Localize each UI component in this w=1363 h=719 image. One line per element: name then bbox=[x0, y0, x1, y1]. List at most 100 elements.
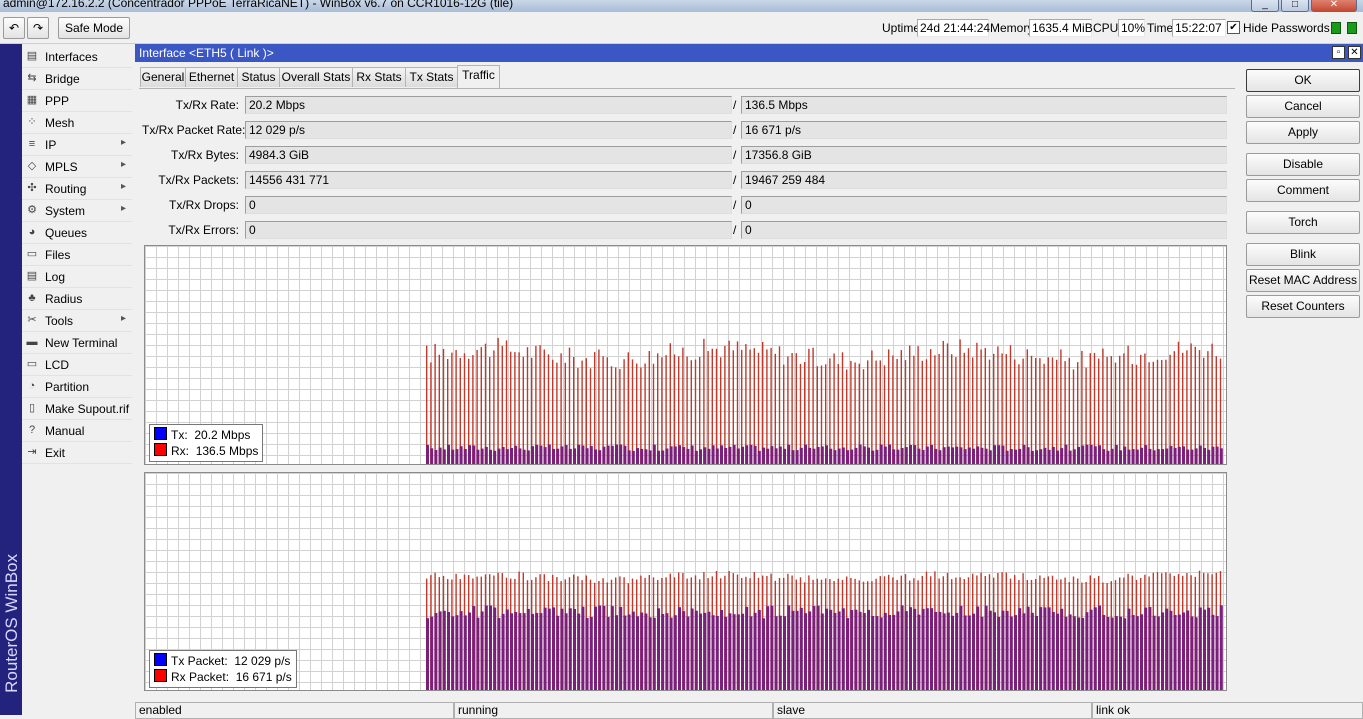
rx-bar bbox=[1177, 341, 1180, 464]
maximize-icon[interactable]: □ bbox=[1281, 0, 1309, 12]
rx-bar bbox=[1127, 345, 1129, 464]
sidebar-item-label: Radius bbox=[45, 292, 83, 306]
tx-bar bbox=[1173, 615, 1177, 690]
sidebar-item-exit[interactable]: ⇥ Exit bbox=[22, 442, 132, 464]
tx-bar bbox=[686, 448, 690, 464]
tx-bar bbox=[1072, 449, 1076, 464]
safe-mode-button[interactable]: Safe Mode bbox=[58, 17, 130, 39]
tx-bar bbox=[1026, 606, 1030, 690]
window-close-icon[interactable]: ✕ bbox=[1348, 46, 1361, 59]
comment-button[interactable]: Comment bbox=[1246, 179, 1360, 202]
legend-tx-packet-value: 12 029 p/s bbox=[234, 654, 291, 668]
tab-tx-stats[interactable]: Tx Stats bbox=[405, 67, 458, 87]
tx-bar bbox=[1131, 449, 1135, 464]
tab-rx-stats[interactable]: Rx Stats bbox=[352, 67, 406, 87]
minimize-icon[interactable]: _ bbox=[1251, 0, 1279, 12]
window-restore-icon[interactable]: ▫ bbox=[1332, 46, 1345, 59]
tx-bar bbox=[1001, 610, 1005, 690]
reset-counters-button[interactable]: Reset Counters bbox=[1246, 295, 1360, 318]
tx-bar bbox=[1014, 449, 1017, 464]
tx-bar bbox=[963, 449, 967, 464]
undo-button[interactable]: ↶ bbox=[3, 17, 25, 39]
tx-bar bbox=[648, 450, 652, 464]
reset-mac-address-button[interactable]: Reset MAC Address bbox=[1246, 269, 1360, 292]
sidebar-item-log[interactable]: ▤ Log bbox=[22, 266, 132, 288]
sidebar-item-bridge[interactable]: ⇆ Bridge bbox=[22, 68, 132, 90]
tx-bar bbox=[816, 605, 820, 690]
legend-tx-name: Tx bbox=[171, 428, 185, 442]
sidebar-item-ip[interactable]: ≡ IP ▸ bbox=[22, 134, 132, 156]
tx-bar bbox=[959, 605, 963, 690]
torch-button[interactable]: Torch bbox=[1246, 211, 1360, 234]
sidebar-item-files[interactable]: ▭ Files bbox=[22, 244, 132, 266]
rx-bar bbox=[476, 350, 478, 464]
tx-bar bbox=[757, 450, 761, 464]
tx-bar bbox=[1169, 610, 1173, 690]
queues-icon: ◕ bbox=[28, 226, 36, 238]
tx-bar bbox=[627, 450, 631, 464]
tx-bar bbox=[514, 612, 518, 690]
tx-bar bbox=[602, 446, 606, 464]
tx-bar bbox=[711, 615, 715, 690]
sidebar-item-make-supout-rif[interactable]: ▯ Make Supout.rif bbox=[22, 398, 132, 420]
cancel-button[interactable]: Cancel bbox=[1246, 95, 1360, 118]
tx-bar bbox=[904, 611, 908, 690]
tx-bar bbox=[623, 445, 627, 464]
tx-bar bbox=[564, 613, 568, 690]
rx-bar bbox=[442, 348, 445, 464]
tx-bar bbox=[673, 615, 677, 690]
sidebar-item-label: MPLS bbox=[45, 160, 78, 174]
blink-button[interactable]: Blink bbox=[1246, 243, 1360, 266]
txrx-packet-rate-label: Tx/Rx Packet Rate: bbox=[142, 123, 246, 137]
tx-bar bbox=[1211, 614, 1215, 690]
txrx-rate-label: Tx/Rx Rate: bbox=[175, 98, 239, 112]
tx-bar bbox=[526, 450, 530, 464]
sidebar-item-new-terminal[interactable]: ▬ New Terminal bbox=[22, 332, 132, 354]
tab-general[interactable]: General bbox=[140, 67, 186, 87]
sidebar-item-manual[interactable]: ? Manual bbox=[22, 420, 132, 442]
tx-bar bbox=[539, 445, 543, 464]
tx-bar bbox=[1131, 615, 1135, 690]
tx-bar bbox=[770, 605, 774, 690]
tx-bar bbox=[1114, 445, 1118, 464]
disable-button[interactable]: Disable bbox=[1246, 153, 1360, 176]
tx-bar bbox=[1207, 607, 1211, 690]
sidebar-item-lcd[interactable]: ▭ LCD bbox=[22, 354, 132, 376]
sidebar-item-ppp[interactable]: ▦ PPP bbox=[22, 90, 132, 112]
tab-overall-stats[interactable]: Overall Stats bbox=[279, 67, 353, 87]
tab-traffic[interactable]: Traffic bbox=[457, 65, 500, 88]
system-icon: ⚙ bbox=[27, 204, 37, 216]
tab-ethernet[interactable]: Ethernet bbox=[185, 67, 238, 87]
sidebar-item-mpls[interactable]: ◇ MPLS ▸ bbox=[22, 156, 132, 178]
tx-bar bbox=[631, 450, 635, 464]
tx-bar bbox=[531, 613, 534, 690]
tx-bar bbox=[501, 613, 505, 690]
tx-bar bbox=[707, 448, 711, 464]
redo-button[interactable]: ↷ bbox=[27, 17, 49, 39]
sidebar-item-interfaces[interactable]: ▤ Interfaces bbox=[22, 46, 132, 68]
tx-bar bbox=[1198, 607, 1202, 690]
hide-passwords-checkbox[interactable]: ✔ bbox=[1227, 21, 1240, 34]
sidebar-item-tools[interactable]: ✂ Tools ▸ bbox=[22, 310, 132, 332]
tx-bar bbox=[1014, 615, 1017, 690]
tx-bar bbox=[518, 613, 522, 690]
sidebar-item-system[interactable]: ⚙ System ▸ bbox=[22, 200, 132, 222]
legend-rx-name: Rx bbox=[171, 444, 186, 458]
tx-bar bbox=[1047, 449, 1051, 464]
ok-button[interactable]: OK bbox=[1246, 69, 1360, 92]
rx-packet-rate-field: 16 671 p/s bbox=[741, 121, 1227, 139]
routing-icon: ✣ bbox=[27, 182, 37, 194]
sidebar-item-radius[interactable]: ♣ Radius bbox=[22, 288, 132, 310]
close-window-icon[interactable]: ✕ bbox=[1311, 0, 1357, 12]
tab-status[interactable]: Status bbox=[237, 67, 280, 87]
sidebar-item-mesh[interactable]: ⁘ Mesh bbox=[22, 112, 132, 134]
apply-button[interactable]: Apply bbox=[1246, 121, 1360, 144]
tx-bar bbox=[640, 448, 644, 464]
sidebar-item-routing[interactable]: ✣ Routing ▸ bbox=[22, 178, 132, 200]
field-separator: / bbox=[733, 173, 737, 187]
sidebar-item-label: Interfaces bbox=[45, 50, 98, 64]
rx-bar bbox=[984, 348, 986, 464]
rx-bar bbox=[1156, 359, 1159, 464]
sidebar-item-queues[interactable]: ◕ Queues bbox=[22, 222, 132, 244]
sidebar-item-partition[interactable]: ◔ Partition bbox=[22, 376, 132, 398]
